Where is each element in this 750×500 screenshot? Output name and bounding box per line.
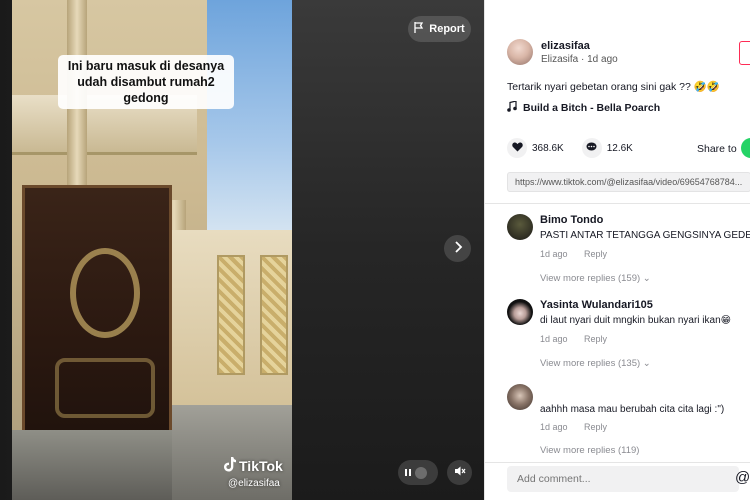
video-ground — [12, 430, 172, 500]
flag-icon — [414, 22, 424, 36]
next-video-button[interactable] — [444, 235, 471, 262]
report-label: Report — [429, 23, 465, 35]
chevron-right-icon — [453, 240, 463, 258]
share-label: Share to — [697, 143, 737, 155]
music-link[interactable]: Build a Bitch - Bella Poarch — [507, 100, 661, 115]
reply-button[interactable]: Reply — [584, 334, 607, 344]
avatar[interactable] — [507, 384, 533, 410]
speaker-muted-icon — [454, 464, 466, 482]
author-username[interactable]: elizasifaa — [541, 40, 618, 52]
view-more-replies-label: View more replies (159) — [540, 273, 641, 284]
report-button[interactable]: Report — [408, 16, 471, 42]
gate-ornament — [55, 358, 155, 418]
comment-bubble-icon — [586, 139, 597, 157]
comment-meta: 1d ago Reply — [540, 334, 607, 344]
avatar[interactable] — [507, 39, 533, 65]
reply-button[interactable]: Reply — [584, 422, 607, 432]
music-note-icon — [507, 100, 517, 115]
tiktok-logo-icon — [222, 457, 236, 475]
reply-button[interactable]: Reply — [584, 249, 607, 259]
like-button[interactable] — [507, 138, 527, 158]
comment-composer: @ — [485, 462, 750, 500]
view-more-replies-label: View more replies (135) — [540, 358, 641, 369]
video-gate — [22, 185, 172, 450]
view-more-replies-label: View more replies (119) — [540, 445, 640, 456]
tiktok-watermark-handle: @elizasifaa — [228, 478, 280, 489]
video-link-field[interactable]: https://www.tiktok.com/@elizasifaa/video… — [507, 172, 750, 192]
comment-meta: 1d ago Reply — [540, 422, 607, 432]
comment-button[interactable] — [581, 138, 602, 158]
view-more-replies[interactable]: View more replies (119) — [540, 445, 639, 456]
fence-panel — [217, 255, 245, 375]
video-caption: Ini baru masuk di desanya udah disambut … — [58, 55, 234, 109]
like-count: 368.6K — [532, 142, 564, 154]
video-player-area: Ini baru masuk di desanya udah disambut … — [0, 0, 484, 500]
chevron-down-icon: ⌄ — [642, 273, 651, 284]
view-more-replies[interactable]: View more replies (135) ⌄ — [540, 358, 651, 369]
fence-panel — [260, 255, 288, 375]
playback-progress-knob[interactable] — [415, 466, 427, 479]
author-subtitle: Elizasifa · 1d ago — [541, 53, 618, 65]
music-title: Build a Bitch - Bella Poarch — [523, 102, 661, 114]
divider — [485, 203, 750, 204]
mention-icon[interactable]: @ — [735, 469, 750, 486]
video-fence — [172, 230, 292, 405]
whatsapp-share-icon[interactable] — [741, 138, 750, 158]
avatar[interactable] — [507, 299, 533, 325]
comment-text: aahhh masa mau berubah cita cita lagi :"… — [540, 404, 725, 415]
comment-meta: 1d ago Reply — [540, 249, 607, 259]
tiktok-watermark-text: TikTok — [239, 458, 283, 474]
comment-author[interactable]: Bimo Tondo — [540, 214, 603, 226]
avatar[interactable] — [507, 214, 533, 240]
view-more-replies[interactable]: View more replies (159) ⌄ — [540, 273, 651, 284]
author-info[interactable]: elizasifaa Elizasifa · 1d ago — [507, 39, 618, 65]
heart-icon — [511, 139, 523, 157]
comment-text: PASTI ANTAR TETANGGA GENGSINYA GEDE2 — [540, 230, 750, 241]
gate-ornament — [70, 248, 140, 338]
comment-author[interactable]: Yasinta Wulandari105 — [540, 299, 653, 311]
play-pause-control[interactable] — [398, 460, 438, 485]
comment-input[interactable] — [507, 466, 739, 492]
post-stats: 368.6K 12.6K — [507, 138, 651, 158]
post-description: Tertarik nyari gebetan orang sini gak ??… — [507, 81, 720, 93]
chevron-down-icon: ⌄ — [642, 358, 651, 369]
follow-button[interactable] — [739, 41, 750, 65]
comment-text: di laut nyari duit mngkin bukan nyari ik… — [540, 315, 732, 326]
comment-time: 1d ago — [540, 334, 568, 344]
comment-time: 1d ago — [540, 422, 568, 432]
comment-time: 1d ago — [540, 249, 568, 259]
tiktok-watermark: TikTok — [222, 457, 283, 475]
comment-count: 12.6K — [606, 142, 633, 154]
video-details-panel: elizasifaa Elizasifa · 1d ago Tertarik n… — [484, 0, 750, 500]
pause-icon — [405, 469, 411, 476]
tiktok-video-page: Ini baru masuk di desanya udah disambut … — [0, 0, 750, 500]
mute-button[interactable] — [447, 460, 472, 485]
